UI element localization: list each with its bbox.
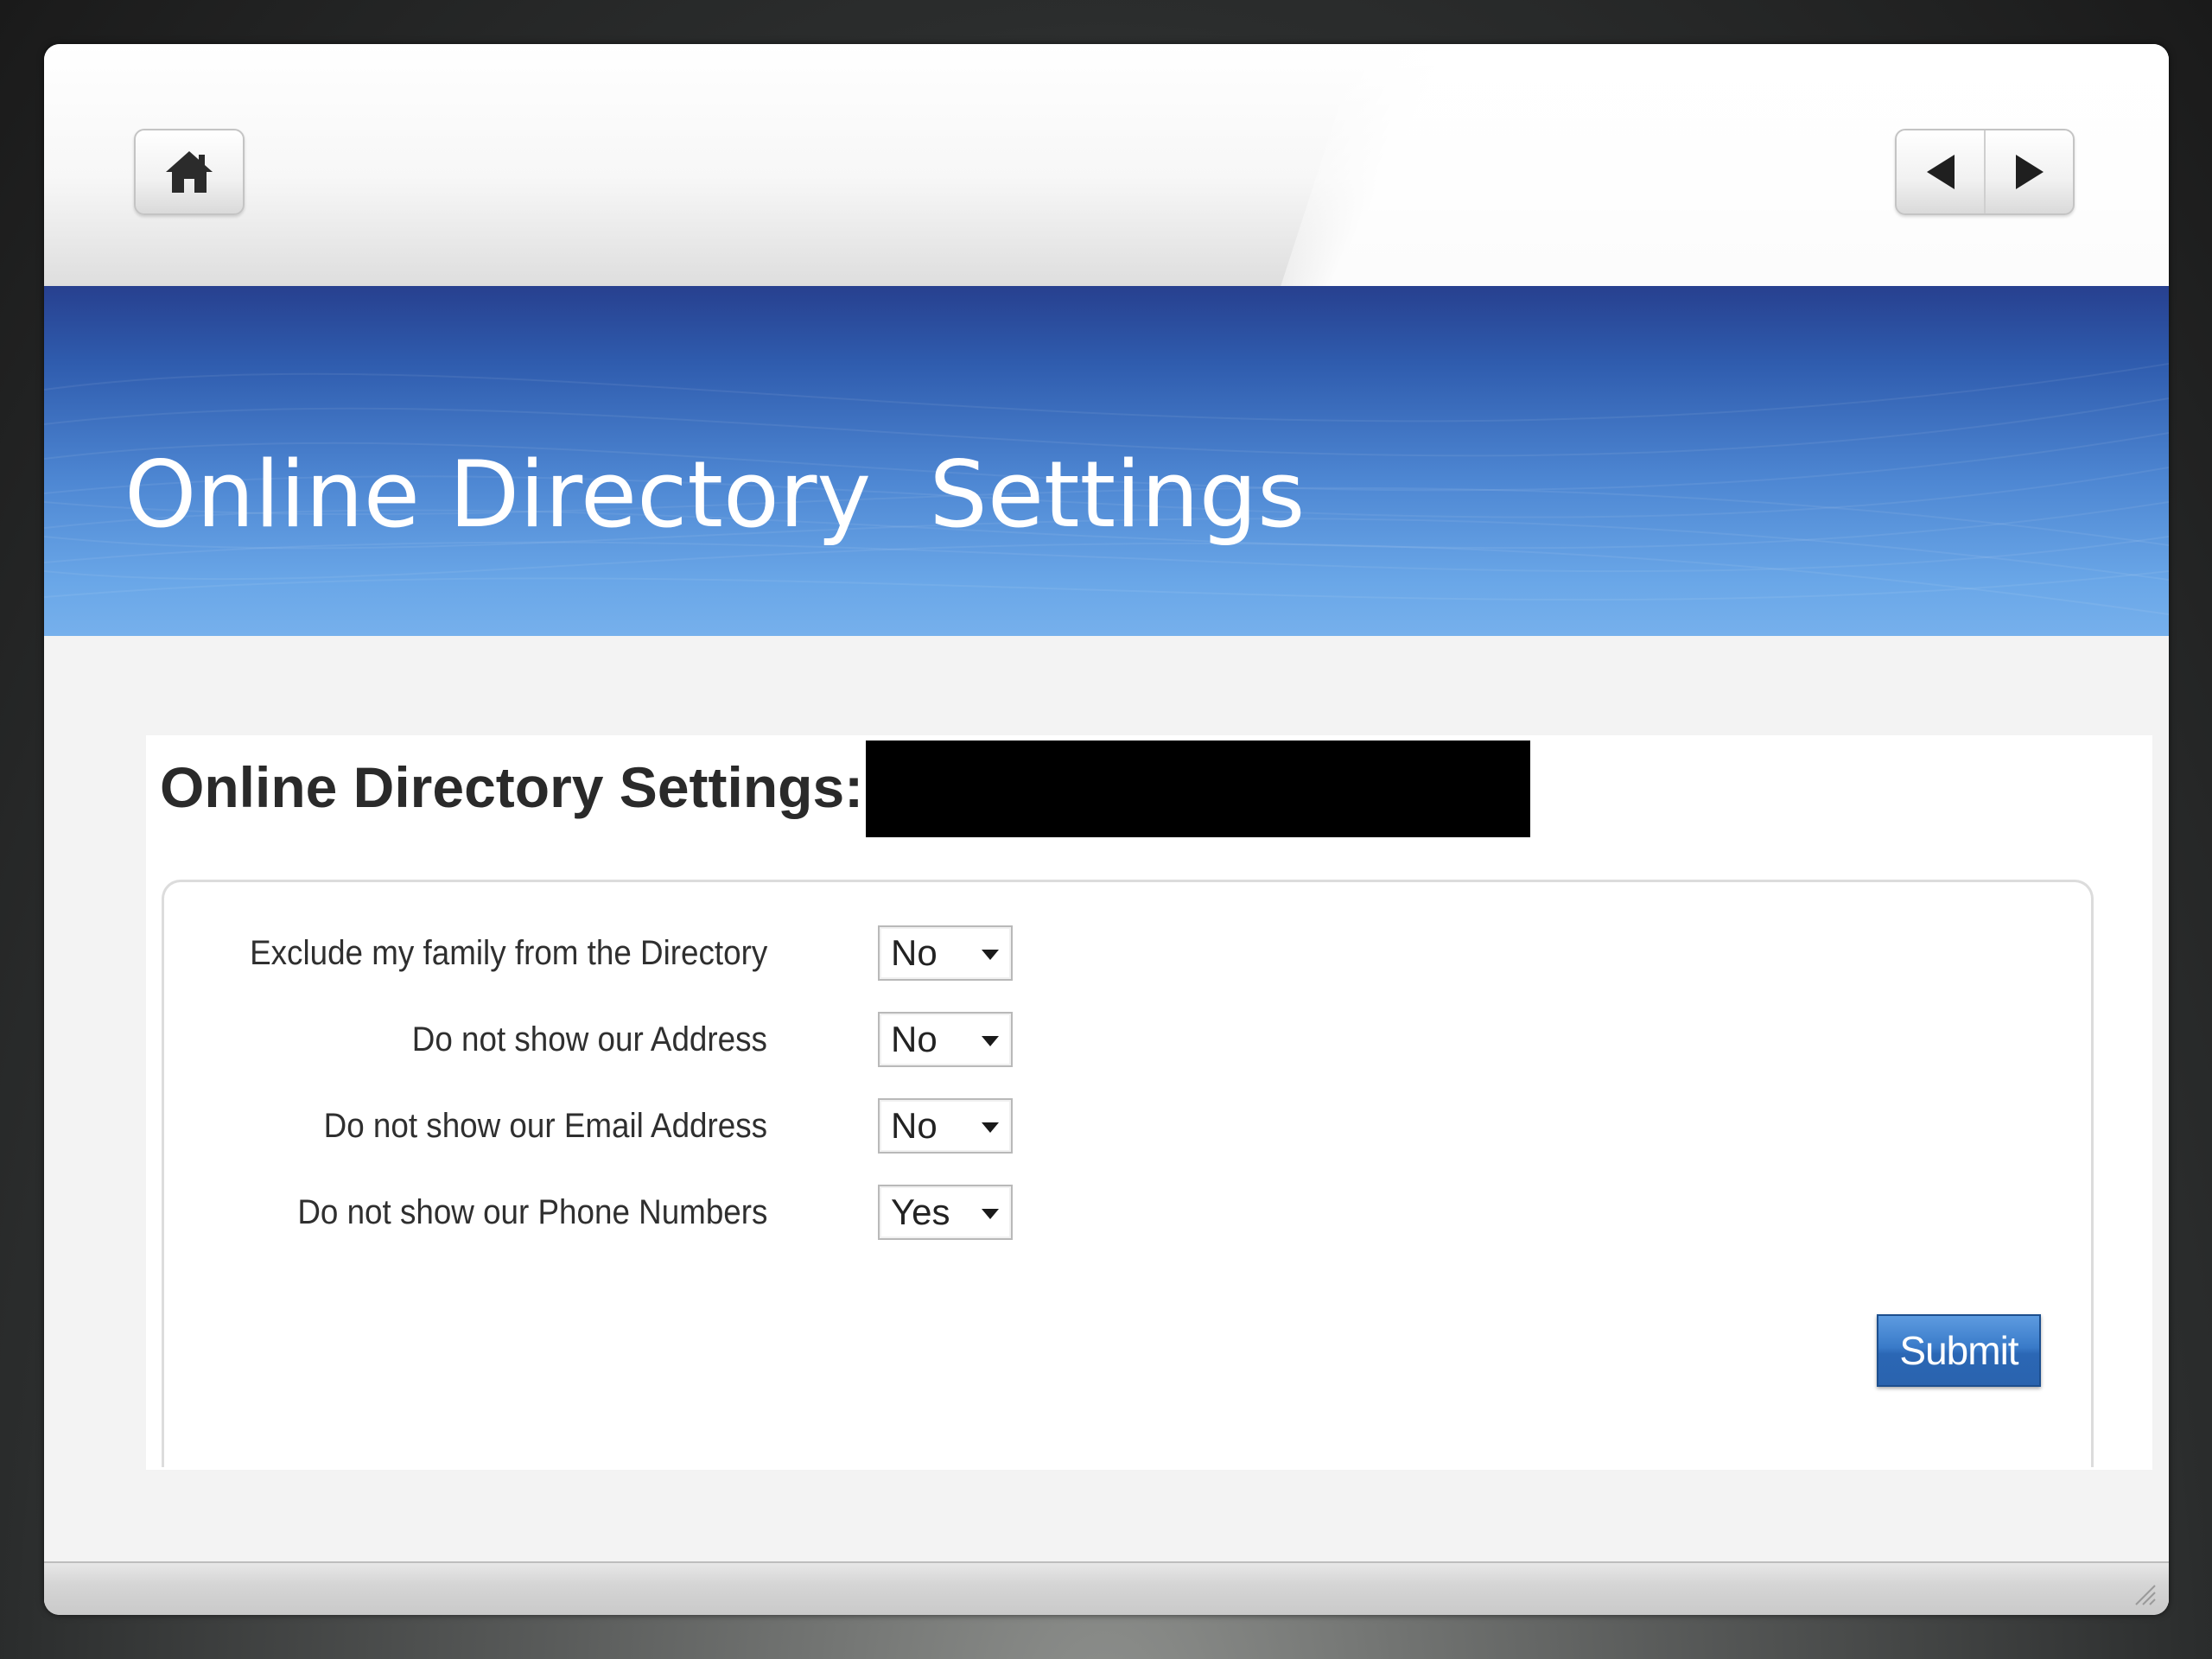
hide-phone-value: Yes bbox=[891, 1192, 950, 1232]
exclude-family-label: Exclude my family from the Directory bbox=[249, 934, 767, 972]
exclude-family-select[interactable]: No bbox=[878, 925, 1013, 981]
hide-address-value: No bbox=[891, 1019, 938, 1059]
chevron-down-icon bbox=[982, 1036, 999, 1046]
submit-button[interactable]: Submit bbox=[1877, 1314, 2041, 1387]
triangle-right-icon bbox=[2015, 155, 2044, 189]
resize-grip-icon[interactable] bbox=[2131, 1580, 2157, 1606]
exclude-family-value: No bbox=[891, 932, 938, 973]
triangle-left-icon bbox=[1926, 155, 1955, 189]
hide-address-select[interactable]: No bbox=[878, 1012, 1013, 1067]
home-icon bbox=[166, 151, 213, 193]
chevron-down-icon bbox=[982, 1209, 999, 1219]
chevron-down-icon bbox=[982, 950, 999, 960]
hide-phone-select[interactable]: Yes bbox=[878, 1185, 1013, 1240]
top-toolbar bbox=[44, 44, 2169, 286]
banner-title: Online Directory Settings bbox=[124, 442, 1306, 548]
chevron-down-icon bbox=[982, 1122, 999, 1133]
next-button[interactable] bbox=[1986, 130, 2073, 213]
hide-email-value: No bbox=[891, 1105, 938, 1146]
hide-address-label: Do not show our Address bbox=[411, 1020, 767, 1058]
page-heading: Online Directory Settings: bbox=[160, 755, 864, 819]
slide-window: Online Directory Settings Online Directo… bbox=[44, 44, 2169, 1615]
prev-next-group bbox=[1895, 129, 2075, 215]
previous-button[interactable] bbox=[1897, 130, 1986, 213]
hide-email-label: Do not show our Email Address bbox=[323, 1107, 767, 1145]
hide-phone-label: Do not show our Phone Numbers bbox=[296, 1193, 767, 1231]
bottom-status-bar bbox=[44, 1561, 2169, 1615]
hide-email-select[interactable]: No bbox=[878, 1098, 1013, 1154]
title-banner: Online Directory Settings bbox=[44, 286, 2169, 636]
redacted-block bbox=[866, 741, 1530, 837]
home-button[interactable] bbox=[134, 129, 245, 215]
